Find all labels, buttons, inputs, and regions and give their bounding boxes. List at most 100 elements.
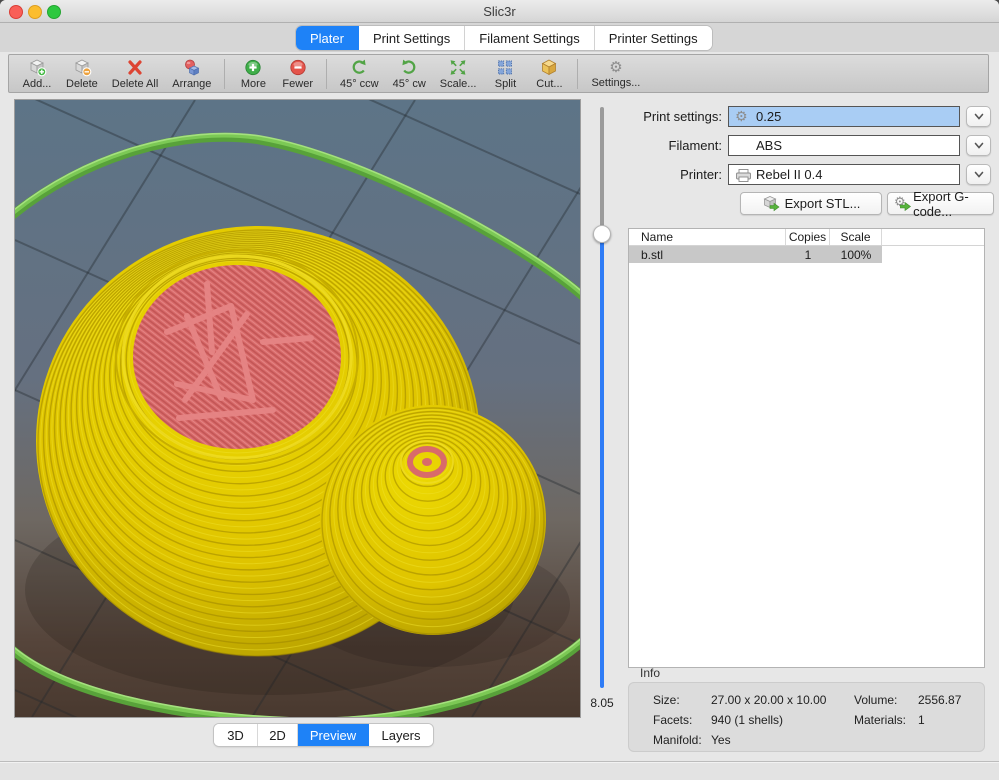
rotate-cw-label: 45° cw (393, 78, 426, 90)
toolbar-separator (577, 59, 578, 89)
manifold-value: Yes (711, 733, 731, 747)
title-bar: Slic3r (0, 0, 999, 23)
row-name: b.stl (629, 246, 786, 263)
toolbar-separator (224, 59, 225, 89)
settings-label: Settings... (591, 77, 640, 89)
printer-value: Rebel II 0.4 (756, 167, 823, 182)
delete-label: Delete (66, 78, 98, 90)
info-box: Size: 27.00 x 20.00 x 10.00 Volume: 2556… (628, 682, 985, 752)
slic3r-window: Slic3r Plater Print Settings Filament Se… (0, 0, 999, 780)
main-tabs: Plater Print Settings Filament Settings … (296, 26, 712, 50)
red-cross-icon (125, 58, 145, 77)
tab-plater[interactable]: Plater (296, 26, 359, 50)
object-list: Name Copies Scale b.stl 1 100% (628, 228, 985, 668)
export-arrow-icon (900, 202, 911, 211)
tab-print-settings[interactable]: Print Settings (359, 26, 465, 50)
printer-icon (735, 168, 752, 183)
scale-button[interactable]: Scale... (433, 57, 484, 91)
3d-viewport[interactable] (15, 100, 580, 717)
tab-strip: Plater Print Settings Filament Settings … (0, 23, 999, 52)
arrange-icon (182, 58, 202, 77)
fewer-button[interactable]: Fewer (275, 57, 320, 91)
minus-circle-icon (288, 58, 308, 77)
window-title: Slic3r (0, 4, 999, 19)
printer-dropdown-button[interactable] (966, 164, 991, 185)
materials-label: Materials: (854, 713, 906, 727)
export-gcode-label: Export G-code... (913, 189, 987, 219)
arrange-label: Arrange (172, 78, 211, 90)
arrange-button[interactable]: Arrange (165, 57, 218, 91)
more-button[interactable]: More (231, 57, 275, 91)
split-button[interactable]: Split (483, 57, 527, 91)
fewer-label: Fewer (282, 78, 313, 90)
layer-slider-thumb[interactable] (593, 225, 611, 243)
column-header-name: Name (629, 229, 786, 245)
print-settings-label: Print settings: (627, 109, 722, 124)
layer-slider-track[interactable] (600, 107, 604, 234)
delete-button[interactable]: Delete (59, 57, 105, 91)
cut-button[interactable]: Cut... (527, 57, 571, 91)
small-object (320, 405, 546, 635)
print-settings-combo[interactable]: ⚙ 0.25 (728, 106, 960, 127)
filament-dropdown-button[interactable] (966, 135, 991, 156)
layer-slider-filled-track[interactable] (600, 234, 604, 688)
view-preview-button[interactable]: Preview (298, 724, 369, 746)
delete-all-label: Delete All (112, 78, 158, 90)
split-label: Split (495, 78, 516, 90)
object-list-header: Name Copies Scale (629, 229, 984, 246)
chevron-down-icon (974, 142, 984, 149)
filament-label: Filament: (627, 138, 722, 153)
settings-button[interactable]: ⚙ Settings... (584, 58, 647, 90)
rotate-cw-button[interactable]: 45° cw (386, 57, 433, 91)
chevron-down-icon (974, 113, 984, 120)
rotate-ccw-button[interactable]: 45° ccw (333, 57, 386, 91)
print-settings-dropdown-button[interactable] (966, 106, 991, 127)
export-stl-icon (762, 195, 780, 212)
volume-label: Volume: (854, 693, 897, 707)
status-bar (0, 761, 999, 780)
plus-circle-icon (243, 58, 263, 77)
scale-label: Scale... (440, 78, 477, 90)
export-stl-label: Export STL... (785, 196, 861, 211)
view-layers-button[interactable]: Layers (369, 724, 433, 746)
rotate-ccw-label: 45° ccw (340, 78, 379, 90)
export-gcode-button[interactable]: ⚙ Export G-code... (887, 192, 994, 215)
more-label: More (241, 78, 266, 90)
add-label: Add... (23, 78, 52, 90)
cut-cube-icon (539, 58, 559, 77)
scale-arrows-icon (448, 58, 468, 77)
row-scale: 100% (830, 246, 882, 263)
cube-remove-icon (72, 58, 92, 77)
info-section-title: Info (640, 666, 660, 680)
tab-filament-settings[interactable]: Filament Settings (465, 26, 594, 50)
volume-value: 2556.87 (918, 693, 961, 707)
view-mode-switcher: 3D 2D Preview Layers (214, 724, 433, 746)
gear-icon: ⚙ (609, 59, 622, 76)
delete-all-button[interactable]: Delete All (105, 57, 165, 91)
column-header-copies: Copies (786, 229, 830, 245)
filament-value: ABS (756, 138, 782, 153)
printer-label: Printer: (627, 167, 722, 182)
table-row[interactable]: b.stl 1 100% (629, 246, 984, 263)
toolbar: Add... Delete Delete All (8, 54, 989, 93)
view-2d-button[interactable]: 2D (258, 724, 298, 746)
filament-combo[interactable]: ABS (728, 135, 960, 156)
facets-label: Facets: (653, 713, 692, 727)
manifold-label: Manifold: (653, 733, 702, 747)
layer-height-value: 8.05 (580, 696, 624, 710)
column-header-scale: Scale (830, 229, 882, 245)
preview-scene (15, 100, 580, 717)
export-stl-button[interactable]: Export STL... (740, 192, 882, 215)
view-3d-button[interactable]: 3D (214, 724, 258, 746)
printer-combo[interactable]: Rebel II 0.4 (728, 164, 960, 185)
cube-add-icon (27, 58, 47, 77)
rotate-cw-icon (399, 58, 419, 77)
materials-value: 1 (918, 713, 925, 727)
add-button[interactable]: Add... (15, 57, 59, 91)
rotate-ccw-icon (349, 58, 369, 77)
print-settings-value: 0.25 (756, 109, 781, 124)
split-cubes-icon (495, 58, 515, 77)
facets-value: 940 (1 shells) (711, 713, 783, 727)
gear-icon: ⚙ (735, 108, 748, 127)
tab-printer-settings[interactable]: Printer Settings (595, 26, 712, 50)
